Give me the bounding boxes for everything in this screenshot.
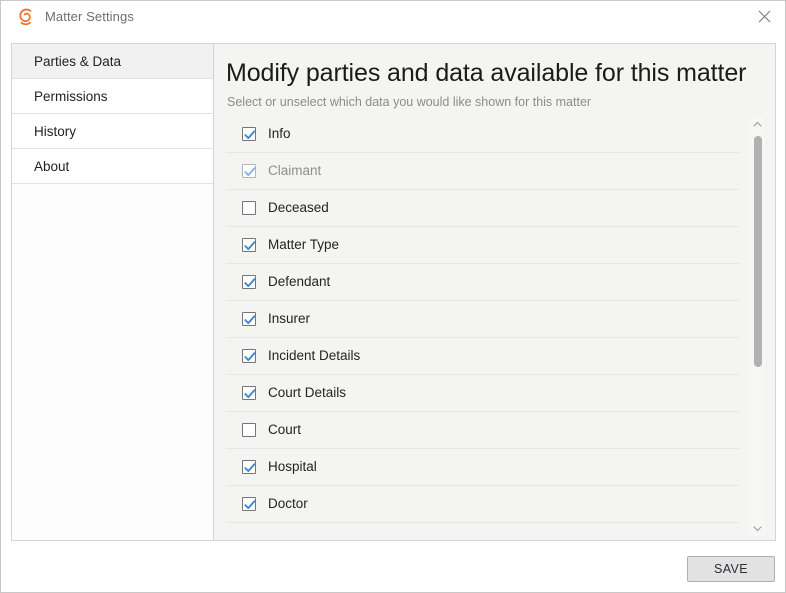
sidebar-item-history[interactable]: History <box>12 114 213 149</box>
list-item-label: Court <box>268 422 302 438</box>
checkbox-checked[interactable] <box>242 497 256 511</box>
list-item-label: Defendant <box>268 274 331 290</box>
matter-settings-window: Matter Settings Parties & Data Permissio… <box>0 0 786 593</box>
scrollbar-thumb[interactable] <box>754 136 762 367</box>
save-button-label: SAVE <box>713 562 749 576</box>
sidebar-item-permissions[interactable]: Permissions <box>12 79 213 114</box>
window-title: Matter Settings <box>45 9 134 24</box>
sidebar-item-label: History <box>34 123 77 139</box>
save-button[interactable]: SAVE <box>687 556 775 582</box>
checkbox-checked[interactable] <box>242 386 256 400</box>
checkbox-unchecked[interactable] <box>242 201 256 215</box>
list-item-label: Claimant <box>268 163 322 179</box>
list-item[interactable]: Court <box>226 412 739 449</box>
dialog-footer: SAVE <box>1 542 785 592</box>
sidebar-item-parties-and-data[interactable]: Parties & Data <box>12 44 213 79</box>
chevron-down-icon <box>753 525 762 531</box>
list-item-label: Incident Details <box>268 348 361 364</box>
list-item[interactable]: Hospital <box>226 449 739 486</box>
scroll-down-button[interactable] <box>750 521 765 536</box>
list-item[interactable]: Claimant <box>226 153 739 190</box>
list-item[interactable]: Deceased <box>226 190 739 227</box>
list-item[interactable]: Info <box>226 116 739 153</box>
list-item-label: Insurer <box>268 311 311 327</box>
sidebar-item-about[interactable]: About <box>12 149 213 184</box>
check-icon <box>244 241 256 251</box>
chevron-up-icon <box>753 121 762 127</box>
checkbox-checked[interactable] <box>242 275 256 289</box>
close-icon <box>758 10 771 23</box>
list-scrollbar[interactable] <box>750 116 765 536</box>
checkbox-checked[interactable] <box>242 312 256 326</box>
scroll-up-button[interactable] <box>750 116 765 131</box>
title-bar: Matter Settings <box>1 1 785 32</box>
spiral-shell-icon <box>19 8 32 25</box>
list-item-label: Court Details <box>268 385 347 401</box>
page-title: Modify parties and data available for th… <box>226 59 747 87</box>
list-item[interactable]: Incident Details <box>226 338 739 375</box>
data-items-list: Info Claimant Deceased Matter Type Defendant… <box>226 116 739 523</box>
check-icon <box>244 278 256 288</box>
check-icon <box>244 389 256 399</box>
checkbox-checked[interactable] <box>242 238 256 252</box>
list-item[interactable]: Doctor <box>226 486 739 523</box>
list-item-label: Hospital <box>268 459 317 475</box>
checkbox-checked[interactable] <box>242 349 256 363</box>
check-icon <box>244 167 256 177</box>
checkbox-checked[interactable] <box>242 460 256 474</box>
checkbox-unchecked[interactable] <box>242 423 256 437</box>
list-item-label: Info <box>268 126 291 142</box>
check-icon <box>244 500 256 510</box>
list-item[interactable]: Defendant <box>226 264 739 301</box>
settings-sidebar: Parties & Data Permissions History About <box>11 43 214 541</box>
sidebar-item-label: About <box>34 158 70 174</box>
list-item[interactable]: Matter Type <box>226 227 739 264</box>
data-items-list-viewport: Info Claimant Deceased Matter Type Defendant… <box>226 116 761 536</box>
list-item-label: Matter Type <box>268 237 340 253</box>
page-subtitle: Select or unselect which data you would … <box>227 94 592 109</box>
list-item[interactable]: Insurer <box>226 301 739 338</box>
list-item-label: Doctor <box>268 496 308 512</box>
list-item-label: Deceased <box>268 200 329 216</box>
sidebar-item-label: Parties & Data <box>34 53 122 69</box>
list-item[interactable]: Court Details <box>226 375 739 412</box>
checkbox-checked[interactable] <box>242 127 256 141</box>
checkbox-checked[interactable] <box>242 164 256 178</box>
close-button[interactable] <box>742 1 785 32</box>
check-icon <box>244 130 256 140</box>
check-icon <box>244 352 256 362</box>
sidebar-item-label: Permissions <box>34 88 108 104</box>
settings-content-panel: Modify parties and data available for th… <box>214 43 776 541</box>
check-icon <box>244 315 256 325</box>
check-icon <box>244 463 256 473</box>
